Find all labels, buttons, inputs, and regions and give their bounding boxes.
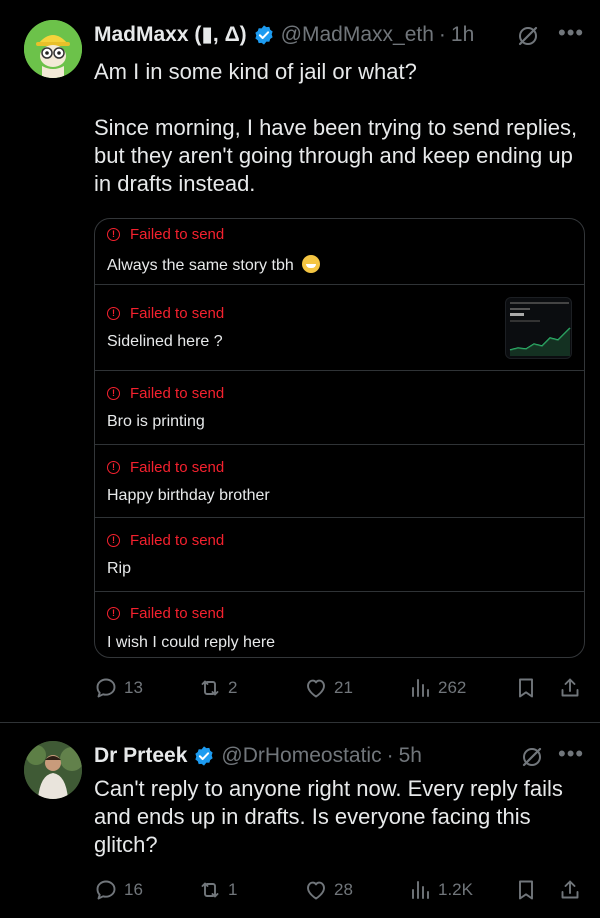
tweet-actions: 16 1 28 1.2K	[0, 878, 600, 908]
draft-text: Sidelined here ?	[107, 333, 223, 350]
share-icon	[561, 678, 579, 697]
bookmark-icon	[519, 880, 533, 900]
views-icon	[412, 679, 429, 697]
failed-label: Failed to send	[130, 385, 225, 402]
tweet-madmaxx[interactable]: MadMaxx (▮, Δ) @MadMaxx_eth · 1h ••• Am …	[0, 0, 600, 722]
timestamp[interactable]: 1h	[451, 23, 474, 47]
draft-item: ! Failed to send I wish I could reply he…	[95, 592, 584, 657]
failed-status: ! Failed to send	[107, 385, 224, 402]
failed-status: ! Failed to send	[107, 305, 224, 322]
draft-item: ! Failed to send Rip	[95, 518, 584, 592]
draft-text-label: Always the same story tbh	[107, 257, 294, 274]
bookmark-button[interactable]	[514, 676, 544, 700]
repost-count: 2	[228, 678, 238, 697]
reply-count: 13	[124, 678, 143, 697]
reply-icon	[96, 880, 116, 900]
draft-text: Happy birthday brother	[107, 487, 270, 504]
avatar[interactable]	[24, 741, 82, 799]
verified-badge-icon	[255, 24, 273, 45]
reply-count: 16	[124, 880, 143, 899]
separator-dot: ·	[438, 22, 446, 46]
draft-text: Always the same story tbh	[107, 255, 321, 275]
views-button[interactable]: 1.2K	[408, 878, 473, 902]
repost-icon	[201, 882, 219, 898]
repost-count: 1	[228, 880, 238, 899]
draft-text: Rip	[107, 560, 132, 577]
chart-thumbnail-graphic	[509, 302, 571, 356]
views-button[interactable]: 262	[408, 676, 466, 700]
failed-label: Failed to send	[130, 226, 225, 243]
more-icon[interactable]: •••	[558, 743, 584, 765]
repost-icon	[201, 680, 219, 696]
share-button[interactable]	[558, 878, 588, 902]
views-count: 262	[438, 678, 467, 697]
author-handle[interactable]: @MadMaxx_eth	[281, 23, 434, 47]
author-name[interactable]: Dr Prteek	[94, 744, 187, 768]
failed-alert-icon: !	[107, 228, 120, 241]
bookmark-icon	[519, 678, 533, 698]
chart-thumbnail	[505, 297, 572, 359]
share-icon	[561, 880, 579, 899]
failed-alert-icon: !	[107, 387, 120, 400]
avatar-illustration	[24, 20, 82, 78]
tweet-text: Am I in some kind of jail or what? Since…	[94, 59, 578, 196]
failed-status: ! Failed to send	[107, 226, 224, 243]
reply-button[interactable]: 16	[94, 878, 143, 902]
author-handle[interactable]: @DrHomeostatic	[221, 744, 381, 768]
like-count: 28	[334, 880, 353, 899]
reply-icon	[96, 678, 116, 698]
views-count: 1.2K	[438, 880, 473, 899]
failed-label: Failed to send	[130, 459, 225, 476]
failed-alert-icon: !	[107, 307, 120, 320]
timestamp[interactable]: 5h	[399, 744, 422, 768]
failed-alert-icon: !	[107, 607, 120, 620]
drafts-screenshot[interactable]: ! Failed to send Always the same story t…	[94, 218, 585, 658]
share-button[interactable]	[558, 676, 588, 700]
avatar[interactable]	[24, 20, 82, 78]
draft-text: I wish I could reply here	[107, 634, 276, 651]
draft-item: ! Failed to send Bro is printing	[95, 371, 584, 445]
author-name[interactable]: MadMaxx (▮, Δ)	[94, 22, 247, 47]
failed-status: ! Failed to send	[107, 605, 224, 622]
grok-icon[interactable]	[516, 24, 540, 48]
failed-alert-icon: !	[107, 534, 120, 547]
draft-item: ! Failed to send Happy birthday brother	[95, 445, 584, 518]
failed-label: Failed to send	[130, 532, 225, 549]
views-icon	[412, 881, 429, 899]
repost-button[interactable]: 2	[198, 676, 237, 700]
tweet-actions: 13 2 21 262	[0, 676, 600, 706]
reply-button[interactable]: 13	[94, 676, 143, 700]
like-icon	[307, 679, 325, 698]
bookmark-button[interactable]	[514, 878, 544, 902]
tweet-header: Dr Prteek @DrHomeostatic · 5h	[94, 744, 422, 768]
failed-status: ! Failed to send	[107, 532, 224, 549]
like-button[interactable]: 21	[304, 676, 353, 700]
separator-dot: ·	[386, 744, 394, 767]
draft-item: ! Failed to send Always the same story t…	[95, 219, 584, 285]
failed-alert-icon: !	[107, 461, 120, 474]
failed-label: Failed to send	[130, 605, 225, 622]
failed-status: ! Failed to send	[107, 459, 224, 476]
failed-label: Failed to send	[130, 305, 225, 322]
tweet-drprteek[interactable]: Dr Prteek @DrHomeostatic · 5h ••• Can't …	[0, 723, 600, 918]
tweet-text: Can't reply to anyone right now. Every r…	[94, 776, 569, 857]
like-count: 21	[334, 678, 353, 697]
like-icon	[307, 881, 325, 900]
avatar-photo	[24, 741, 82, 799]
like-button[interactable]: 28	[304, 878, 353, 902]
verified-badge-icon	[195, 746, 214, 766]
draft-item: ! Failed to send Sidelined here ?	[95, 285, 584, 371]
tweet-header: MadMaxx (▮, Δ) @MadMaxx_eth · 1h	[94, 22, 474, 47]
repost-button[interactable]: 1	[198, 878, 237, 902]
draft-text: Bro is printing	[107, 413, 205, 430]
grok-icon[interactable]	[520, 745, 544, 769]
grinning-face-emoji	[302, 255, 321, 273]
more-icon[interactable]: •••	[558, 22, 584, 44]
